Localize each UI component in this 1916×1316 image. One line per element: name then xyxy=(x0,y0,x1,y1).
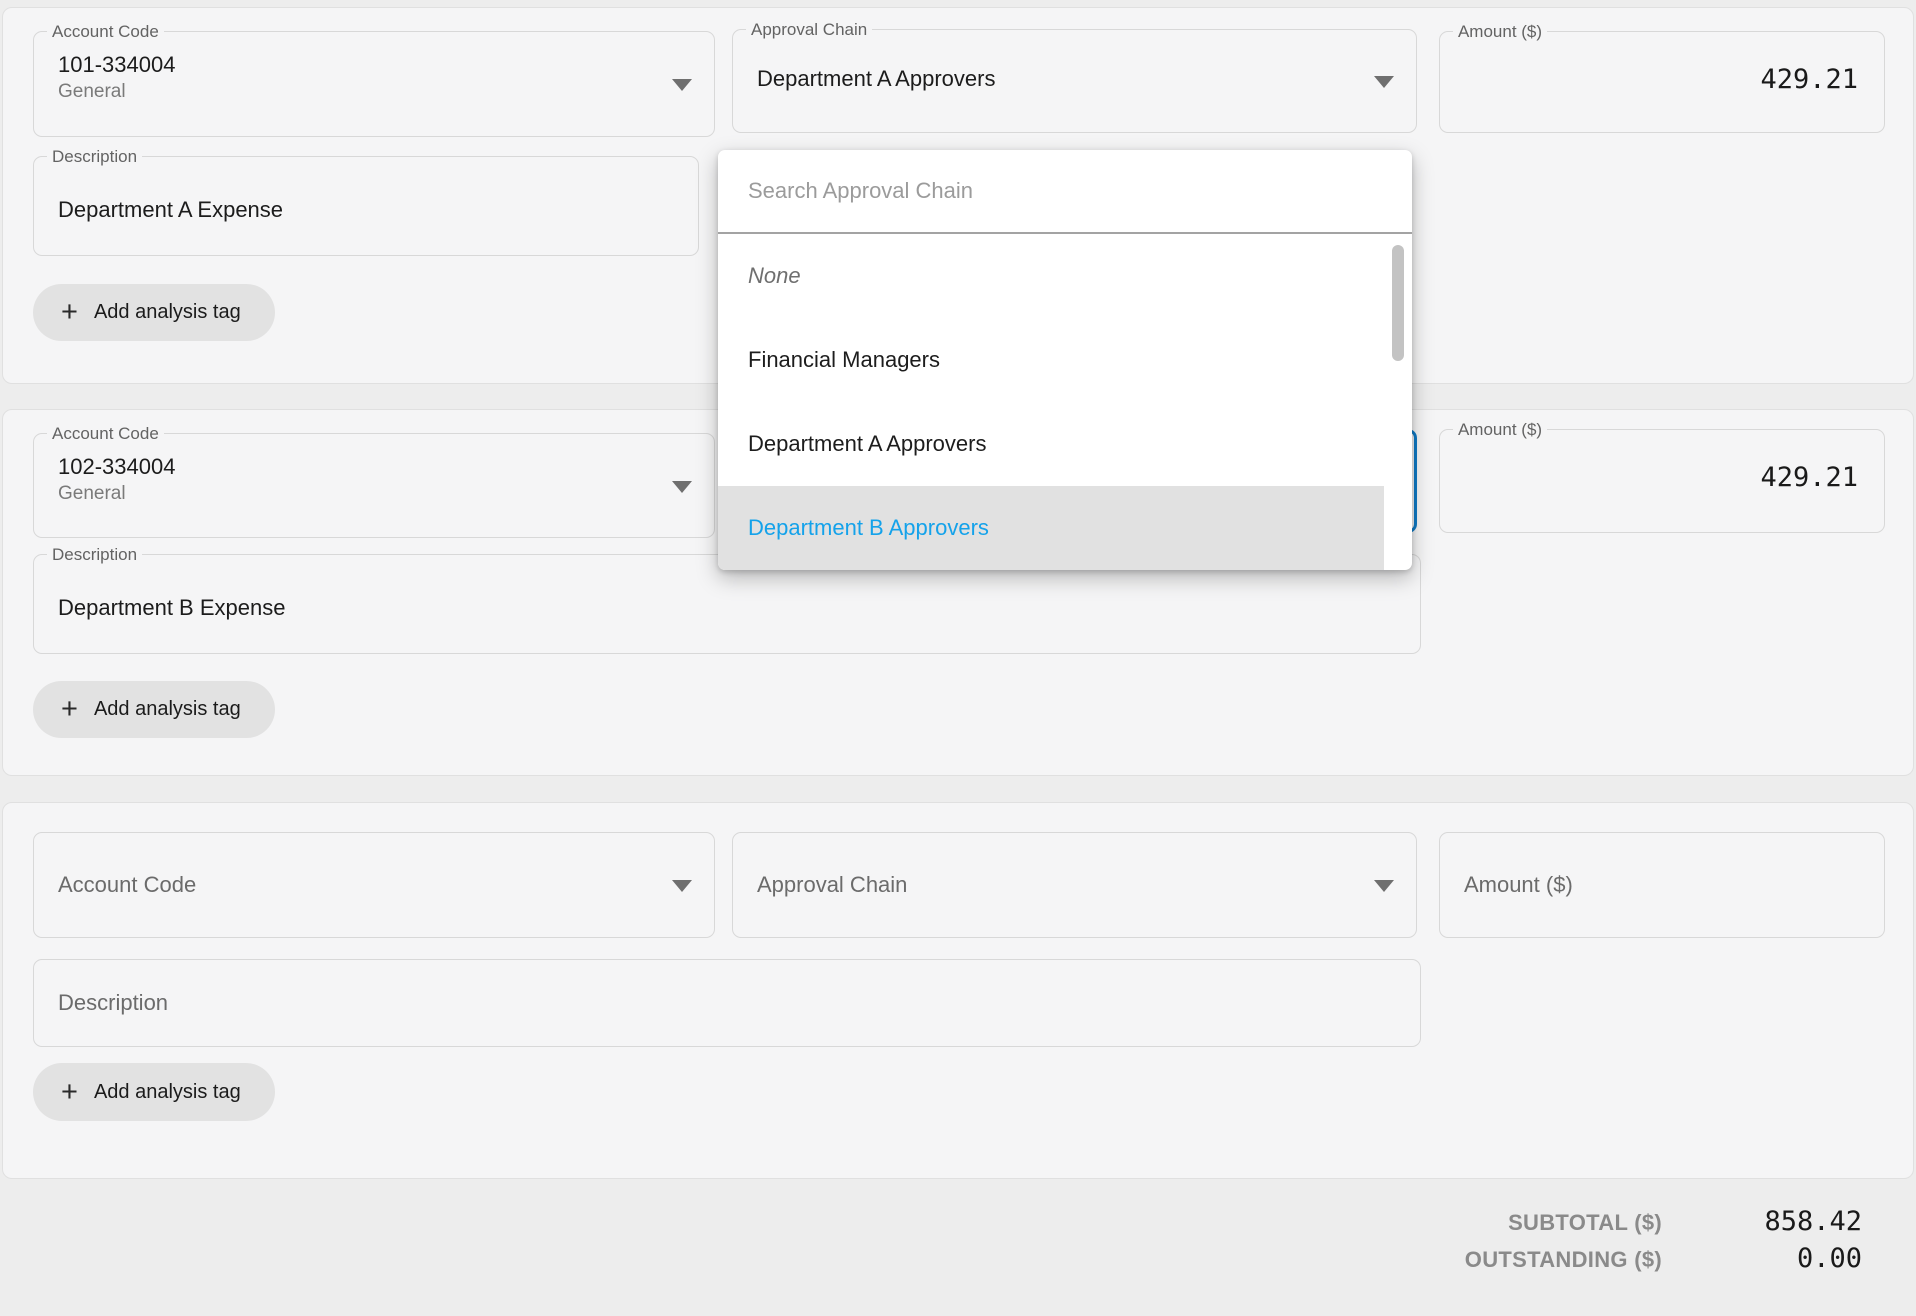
plus-icon xyxy=(61,1078,78,1107)
description-input[interactable]: Description Department A Expense xyxy=(33,156,699,256)
outstanding-row: OUTSTANDING ($) 0.00 xyxy=(1465,1243,1862,1280)
outstanding-value: 0.00 xyxy=(1662,1243,1862,1274)
add-analysis-tag-button[interactable]: Add analysis tag xyxy=(33,1063,275,1121)
account-code-category: General xyxy=(58,483,714,505)
account-code-select[interactable]: Account Code 101-334004 General xyxy=(33,31,715,137)
account-code-select[interactable]: Account Code 102-334004 General xyxy=(33,433,715,538)
subtotal-label: SUBTOTAL ($) xyxy=(1508,1210,1662,1236)
account-code-value: 102-334004 xyxy=(58,454,714,480)
approval-chain-label: Approval Chain xyxy=(746,19,872,40)
approval-chain-placeholder: Approval Chain xyxy=(757,872,907,898)
description-label: Description xyxy=(47,544,142,565)
add-analysis-tag-label: Add analysis tag xyxy=(94,1081,241,1104)
account-code-label: Account Code xyxy=(47,423,164,444)
description-input[interactable]: Description xyxy=(33,959,1421,1047)
add-analysis-tag-label: Add analysis tag xyxy=(94,301,241,324)
chevron-down-icon[interactable] xyxy=(672,79,692,91)
dropdown-option[interactable]: Financial Managers xyxy=(718,318,1412,402)
plus-icon xyxy=(61,695,78,724)
amount-value: 429.21 xyxy=(1440,462,1858,493)
totals-summary: SUBTOTAL ($) 858.42 OUTSTANDING ($) 0.00 xyxy=(1465,1206,1862,1280)
line-item-card: Account Code Approval Chain Amount ($) D… xyxy=(2,802,1914,1179)
dropdown-option-none[interactable]: None xyxy=(718,234,1412,318)
plus-icon xyxy=(61,298,78,327)
approval-chain-select[interactable]: Approval Chain Department A Approvers xyxy=(732,29,1417,133)
chevron-down-icon[interactable] xyxy=(1374,880,1394,892)
chevron-down-icon[interactable] xyxy=(1374,76,1394,88)
approval-chain-select[interactable]: Approval Chain xyxy=(732,832,1417,938)
approval-chain-value: Department A Approvers xyxy=(757,66,1416,92)
amount-input[interactable]: Amount ($) xyxy=(1439,832,1885,938)
subtotal-row: SUBTOTAL ($) 858.42 xyxy=(1465,1206,1862,1243)
add-analysis-tag-label: Add analysis tag xyxy=(94,698,241,721)
account-code-label: Account Code xyxy=(47,21,164,42)
outstanding-label: OUTSTANDING ($) xyxy=(1465,1247,1662,1273)
dropdown-option-highlighted[interactable]: Department B Approvers xyxy=(718,486,1412,570)
account-code-value: 101-334004 xyxy=(58,52,714,78)
description-placeholder: Description xyxy=(58,990,168,1016)
amount-value: 429.21 xyxy=(1440,64,1858,95)
account-code-select[interactable]: Account Code xyxy=(33,832,715,938)
amount-input[interactable]: Amount ($) 429.21 xyxy=(1439,31,1885,133)
approval-chain-dropdown: None Financial Managers Department A App… xyxy=(718,150,1412,570)
amount-placeholder: Amount ($) xyxy=(1464,872,1573,898)
description-value: Department A Expense xyxy=(58,197,698,223)
chevron-down-icon[interactable] xyxy=(672,481,692,493)
subtotal-value: 858.42 xyxy=(1662,1206,1862,1237)
amount-input[interactable]: Amount ($) 429.21 xyxy=(1439,429,1885,533)
amount-label: Amount ($) xyxy=(1453,419,1547,440)
amount-label: Amount ($) xyxy=(1453,21,1547,42)
account-code-category: General xyxy=(58,81,714,103)
field-row: Account Code 101-334004 General Approval… xyxy=(31,29,1885,137)
description-label: Description xyxy=(47,146,142,167)
chevron-down-icon[interactable] xyxy=(672,880,692,892)
dropdown-option[interactable]: Department A Approvers xyxy=(718,402,1412,486)
dropdown-search-box xyxy=(718,150,1412,234)
account-code-placeholder: Account Code xyxy=(58,872,196,898)
add-analysis-tag-button[interactable]: Add analysis tag xyxy=(33,681,275,738)
description-value: Department B Expense xyxy=(58,595,1420,621)
add-analysis-tag-button[interactable]: Add analysis tag xyxy=(33,284,275,341)
approval-chain-search-input[interactable] xyxy=(746,177,1384,205)
dropdown-scrollbar[interactable] xyxy=(1392,245,1404,361)
field-row: Account Code Approval Chain Amount ($) xyxy=(31,832,1885,938)
